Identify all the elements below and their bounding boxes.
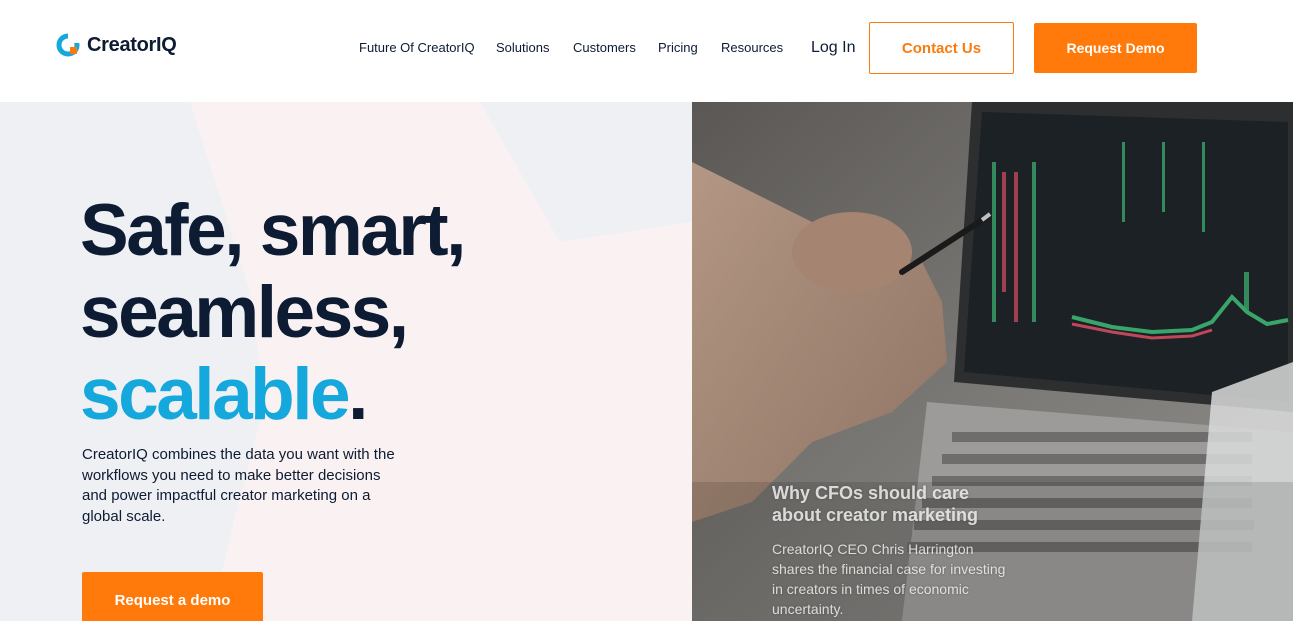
headline-period: . (348, 354, 368, 435)
creatoriq-logo-icon (56, 33, 80, 57)
feature-description: CreatorIQ CEO Chris Harrington shares th… (772, 541, 1006, 617)
hero-image: Why CFOs should care about creator marke… (692, 102, 1293, 621)
feature-title[interactable]: Why CFOs should care about creator marke… (772, 482, 1012, 526)
login-link[interactable]: Log In (811, 39, 855, 57)
request-a-demo-button[interactable]: Request a demo (82, 572, 263, 621)
contact-us-button[interactable]: Contact Us (869, 22, 1014, 74)
hero-description: CreatorIQ combines the data you want wit… (82, 446, 395, 525)
site-header: CreatorIQ Future Of CreatorIQ Solutions … (0, 0, 1293, 102)
nav-resources[interactable]: Resources (721, 40, 783, 55)
brand-name: CreatorIQ (87, 33, 177, 56)
hero-headline: Safe, smart, seamless, scalable. (80, 190, 466, 436)
nav-pricing[interactable]: Pricing (658, 40, 698, 55)
nav-future-of-creatoriq[interactable]: Future Of CreatorIQ (359, 40, 475, 55)
headline-line-2: seamless, (80, 272, 409, 353)
brand-logo[interactable]: CreatorIQ (56, 33, 177, 57)
nav-customers[interactable]: Customers (573, 40, 636, 55)
headline-line-1: Safe, smart, (80, 190, 466, 271)
headline-accent-word: scalable (80, 354, 351, 435)
hero-section: Safe, smart, seamless, scalable. Creator… (0, 102, 692, 621)
request-demo-button[interactable]: Request Demo (1034, 23, 1197, 73)
nav-solutions[interactable]: Solutions (496, 40, 549, 55)
